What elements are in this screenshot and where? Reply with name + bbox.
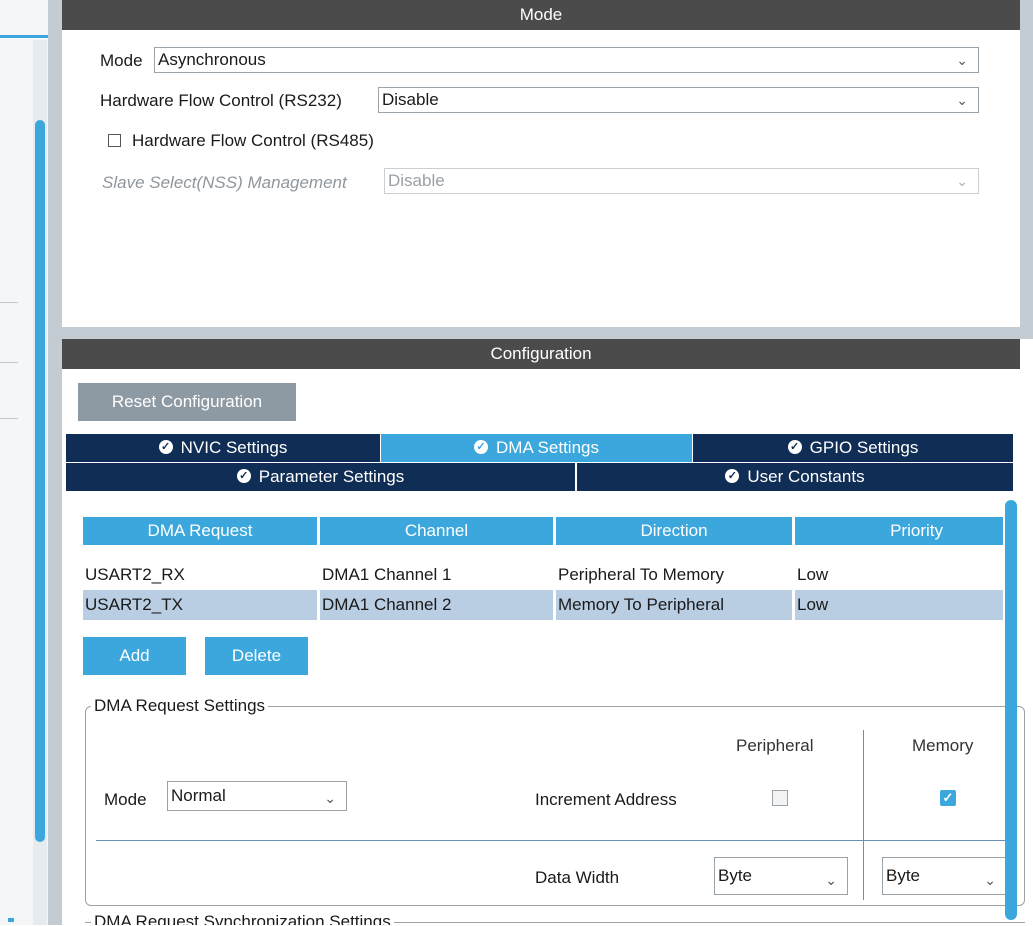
tab-user-constants[interactable]: ✓ User Constants — [577, 463, 1013, 491]
left-separator — [0, 302, 18, 303]
left-marker — [8, 918, 14, 922]
peripheral-increment-checkbox[interactable] — [772, 790, 788, 806]
column-divider — [863, 730, 864, 900]
column-header-dma-request: DMA Request — [83, 517, 317, 545]
table-row-selected[interactable]: USART2_TX DMA1 Channel 2 Memory To Perip… — [83, 590, 1003, 620]
reset-configuration-button[interactable]: Reset Configuration — [78, 383, 296, 421]
peripheral-header: Peripheral — [736, 736, 814, 755]
table-cell: Low — [797, 565, 829, 584]
right-scrollbar-thumb[interactable] — [1005, 500, 1017, 920]
chevron-down-icon: ⌄ — [825, 872, 837, 888]
dma-mode-label: Mode — [104, 790, 147, 809]
chevron-down-icon: ⌄ — [984, 872, 996, 888]
increment-address-label: Increment Address — [535, 790, 677, 809]
nss-select: Disable ⌄ — [384, 168, 979, 194]
tab-parameter-settings[interactable]: ✓ Parameter Settings — [66, 463, 575, 491]
dma-mode-select[interactable]: Normal ⌄ — [167, 781, 347, 811]
chevron-down-icon: ⌄ — [956, 92, 968, 108]
check-circle-icon: ✓ — [725, 469, 740, 484]
checkmark-icon: ✓ — [942, 790, 954, 805]
data-width-label: Data Width — [535, 868, 620, 887]
table-cell: Peripheral To Memory — [558, 565, 724, 584]
left-separator — [0, 418, 18, 419]
memory-data-width-value: Byte — [886, 866, 921, 885]
chevron-down-icon: ⌄ — [324, 790, 336, 806]
column-divider — [553, 545, 556, 620]
chevron-down-icon: ⌄ — [956, 52, 968, 68]
tab-label: GPIO Settings — [809, 438, 919, 457]
check-circle-icon: ✓ — [474, 440, 488, 455]
memory-header: Memory — [912, 736, 974, 755]
settings-divider — [96, 840, 1005, 841]
tab-label: Parameter Settings — [258, 467, 405, 486]
mode-header: Mode — [62, 0, 1020, 30]
table-cell: USART2_RX — [85, 565, 185, 584]
table-row[interactable]: USART2_RX DMA1 Channel 1 Peripheral To M… — [83, 560, 1003, 590]
column-divider — [317, 545, 320, 620]
hfc-rs232-value: Disable — [382, 90, 439, 109]
add-button[interactable]: Add — [83, 637, 186, 675]
table-cell: DMA1 Channel 2 — [322, 595, 452, 614]
check-circle-icon: ✓ — [158, 440, 173, 455]
chevron-down-icon: ⌄ — [956, 173, 968, 189]
left-panel-divider — [0, 35, 48, 38]
hfc-rs485-label: Hardware Flow Control (RS485) — [132, 131, 374, 150]
table-cell: DMA1 Channel 1 — [322, 565, 452, 584]
check-circle-icon: ✓ — [787, 440, 802, 455]
configuration-header: Configuration — [62, 339, 1020, 369]
peripheral-data-width-value: Byte — [718, 866, 753, 885]
mode-select[interactable]: Asynchronous ⌄ — [154, 47, 979, 73]
peripheral-data-width-select[interactable]: Byte ⌄ — [714, 857, 848, 895]
tab-nvic-settings[interactable]: ✓ NVIC Settings — [66, 434, 380, 462]
tab-label: NVIC Settings — [180, 438, 288, 457]
sync-settings-title: DMA Request Synchronization Settings — [91, 912, 394, 925]
memory-data-width-select[interactable]: Byte ⌄ — [882, 857, 1007, 895]
column-header-channel: Channel — [320, 517, 553, 545]
mode-label: Mode — [100, 51, 143, 70]
hfc-rs232-label: Hardware Flow Control (RS232) — [100, 91, 342, 110]
check-circle-icon: ✓ — [236, 469, 251, 484]
tab-dma-settings[interactable]: ✓ DMA Settings — [381, 434, 692, 462]
panel-divider — [62, 327, 1033, 339]
tab-gpio-settings[interactable]: ✓ GPIO Settings — [693, 434, 1013, 462]
column-divider — [792, 545, 795, 620]
table-cell: USART2_TX — [85, 595, 183, 614]
column-header-priority: Priority — [795, 517, 1003, 545]
nss-label: Slave Select(NSS) Management — [102, 173, 347, 192]
delete-button[interactable]: Delete — [205, 637, 308, 675]
panel-gap — [48, 0, 62, 925]
hfc-rs232-select[interactable]: Disable ⌄ — [378, 87, 979, 113]
column-header-direction: Direction — [556, 517, 792, 545]
table-cell: Memory To Peripheral — [558, 595, 724, 614]
hfc-rs485-checkbox[interactable] — [108, 134, 121, 147]
table-cell: Low — [797, 595, 829, 614]
nss-value: Disable — [388, 171, 445, 190]
mode-select-value: Asynchronous — [158, 50, 266, 69]
tab-label: User Constants — [747, 467, 865, 486]
dma-mode-value: Normal — [171, 786, 226, 805]
left-scrollbar-thumb[interactable] — [35, 120, 45, 842]
tab-label: DMA Settings — [496, 438, 599, 457]
memory-increment-checkbox[interactable]: ✓ — [940, 790, 956, 806]
dma-request-settings-title: DMA Request Settings — [91, 696, 269, 716]
left-separator — [0, 362, 18, 363]
